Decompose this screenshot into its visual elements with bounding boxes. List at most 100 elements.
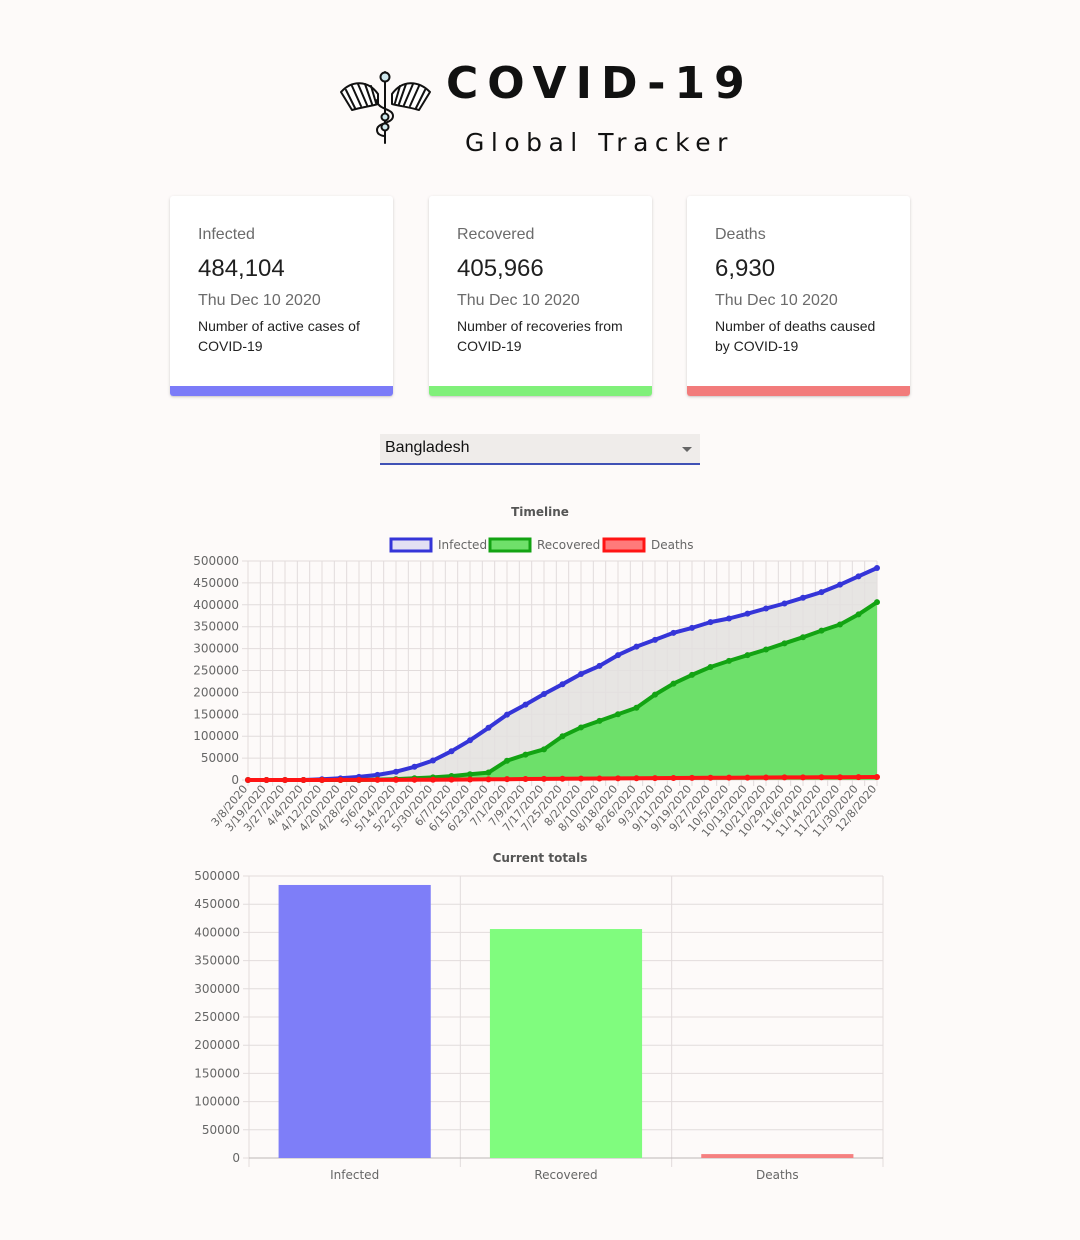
infected-point (874, 564, 880, 571)
deaths-point (855, 774, 862, 781)
y-tick-label: 500000 (193, 554, 239, 568)
bar-deaths (701, 1154, 854, 1158)
y-tick-label: 50000 (201, 751, 239, 765)
deaths-point (337, 776, 344, 783)
y-tick-label: 0 (232, 1151, 240, 1165)
deaths-point (578, 775, 584, 782)
infected-point (504, 711, 510, 718)
legend-swatch-recovered (488, 537, 532, 553)
card-color-bar (429, 386, 652, 396)
y-tick-label: 50000 (202, 1123, 240, 1137)
card-value: 405,966 (457, 255, 544, 282)
bar-recovered (489, 929, 643, 1158)
deaths-point (781, 774, 788, 781)
infected-point (800, 594, 806, 601)
infected-point (467, 737, 473, 744)
infected-card: Infected 484,104 Thu Dec 10 2020 Number … (170, 196, 393, 396)
recovered-point (689, 671, 695, 678)
infected-point (596, 662, 603, 669)
legend-swatch-infected (389, 537, 433, 553)
recovered-point (781, 640, 788, 647)
infected-point (707, 619, 714, 626)
y-tick-label: 100000 (193, 729, 239, 743)
infected-point (633, 643, 640, 650)
y-tick-label: 100000 (194, 1095, 240, 1109)
deaths-point (245, 777, 251, 783)
card-value: 484,104 (198, 255, 285, 282)
y-tick-label: 350000 (193, 620, 239, 634)
deaths-point (837, 774, 843, 781)
deaths-point (485, 776, 492, 783)
y-tick-label: 150000 (193, 707, 239, 721)
y-tick-label: 450000 (194, 897, 240, 911)
recovered-point (726, 657, 732, 664)
legend-swatch-deaths (602, 537, 646, 553)
recovered-point (485, 769, 492, 776)
infected-point (689, 624, 695, 631)
recovered-point (874, 599, 880, 606)
x-tick-label: Infected (330, 1168, 379, 1182)
card-value: 6,930 (715, 255, 776, 282)
infected-point (448, 748, 455, 755)
card-description: Number of deaths caused by COVID-19 (715, 318, 876, 354)
recovered-point (818, 627, 825, 634)
card-color-bar (170, 386, 393, 396)
deaths-point (430, 776, 436, 783)
x-tick-label: Deaths (756, 1168, 799, 1182)
infected-point (559, 681, 566, 688)
infected-point (541, 691, 547, 698)
x-tick-label: Recovered (534, 1168, 597, 1182)
deaths-point (374, 776, 381, 783)
deaths-point (652, 775, 658, 782)
recovered-point (467, 771, 473, 778)
card-label: Infected (198, 226, 255, 243)
deaths-point (504, 776, 510, 783)
deaths-point (670, 774, 677, 781)
deaths-card: Deaths 6,930 Thu Dec 10 2020 Number of d… (687, 196, 910, 396)
card-label: Recovered (457, 226, 535, 243)
recovered-card: Recovered 405,966 Thu Dec 10 2020 Number… (429, 196, 652, 396)
card-color-bar (687, 386, 910, 396)
y-tick-label: 200000 (194, 1038, 240, 1052)
card-description: Number of active cases of COVID-19 (198, 318, 360, 354)
legend-label-deaths: Deaths (651, 538, 694, 552)
recovered-point (541, 746, 547, 753)
recovered-point (652, 691, 658, 698)
recovered-point (855, 611, 862, 618)
current-totals-chart: Current totals 0 50000 100000 150000 200000 25… (194, 851, 884, 1182)
recovered-point (559, 733, 566, 740)
infected-point (615, 652, 621, 659)
caduceus-icon (340, 71, 431, 144)
deaths-point (633, 775, 640, 782)
deaths-point (818, 774, 825, 781)
infected-point (837, 581, 843, 588)
card-label: Deaths (715, 226, 766, 243)
y-tick-label: 300000 (193, 642, 239, 656)
y-tick-label: 250000 (193, 664, 239, 678)
deaths-point (319, 776, 325, 783)
legend-label-infected: Infected (438, 538, 487, 552)
deaths-point (559, 775, 566, 782)
timeline-chart: TimelineInfected Recovered Deaths050000100… (193, 505, 880, 838)
recovered-point (578, 724, 584, 731)
deaths-point (800, 774, 806, 781)
country-select-value: Bangladesh (385, 439, 470, 456)
recovered-point (615, 711, 621, 718)
infected-point (430, 757, 436, 764)
country-select[interactable]: Bangladesh (380, 434, 700, 465)
infected-point (855, 573, 862, 580)
y-tick-label: 400000 (194, 925, 240, 939)
infected-point (411, 763, 418, 770)
deaths-point (707, 774, 714, 781)
app-header: COVID-19 Global Tracker (0, 0, 1080, 170)
deaths-point (541, 775, 547, 782)
legend-label-recovered: Recovered (537, 538, 600, 552)
y-tick-label: 250000 (194, 1010, 240, 1024)
y-tick-label: 300000 (194, 982, 240, 996)
deaths-point (300, 777, 307, 783)
recovered-point (800, 634, 806, 641)
deaths-point (744, 774, 751, 781)
recovered-point (633, 704, 640, 711)
chart-title: Timeline (511, 505, 569, 519)
infected-point (744, 610, 751, 617)
